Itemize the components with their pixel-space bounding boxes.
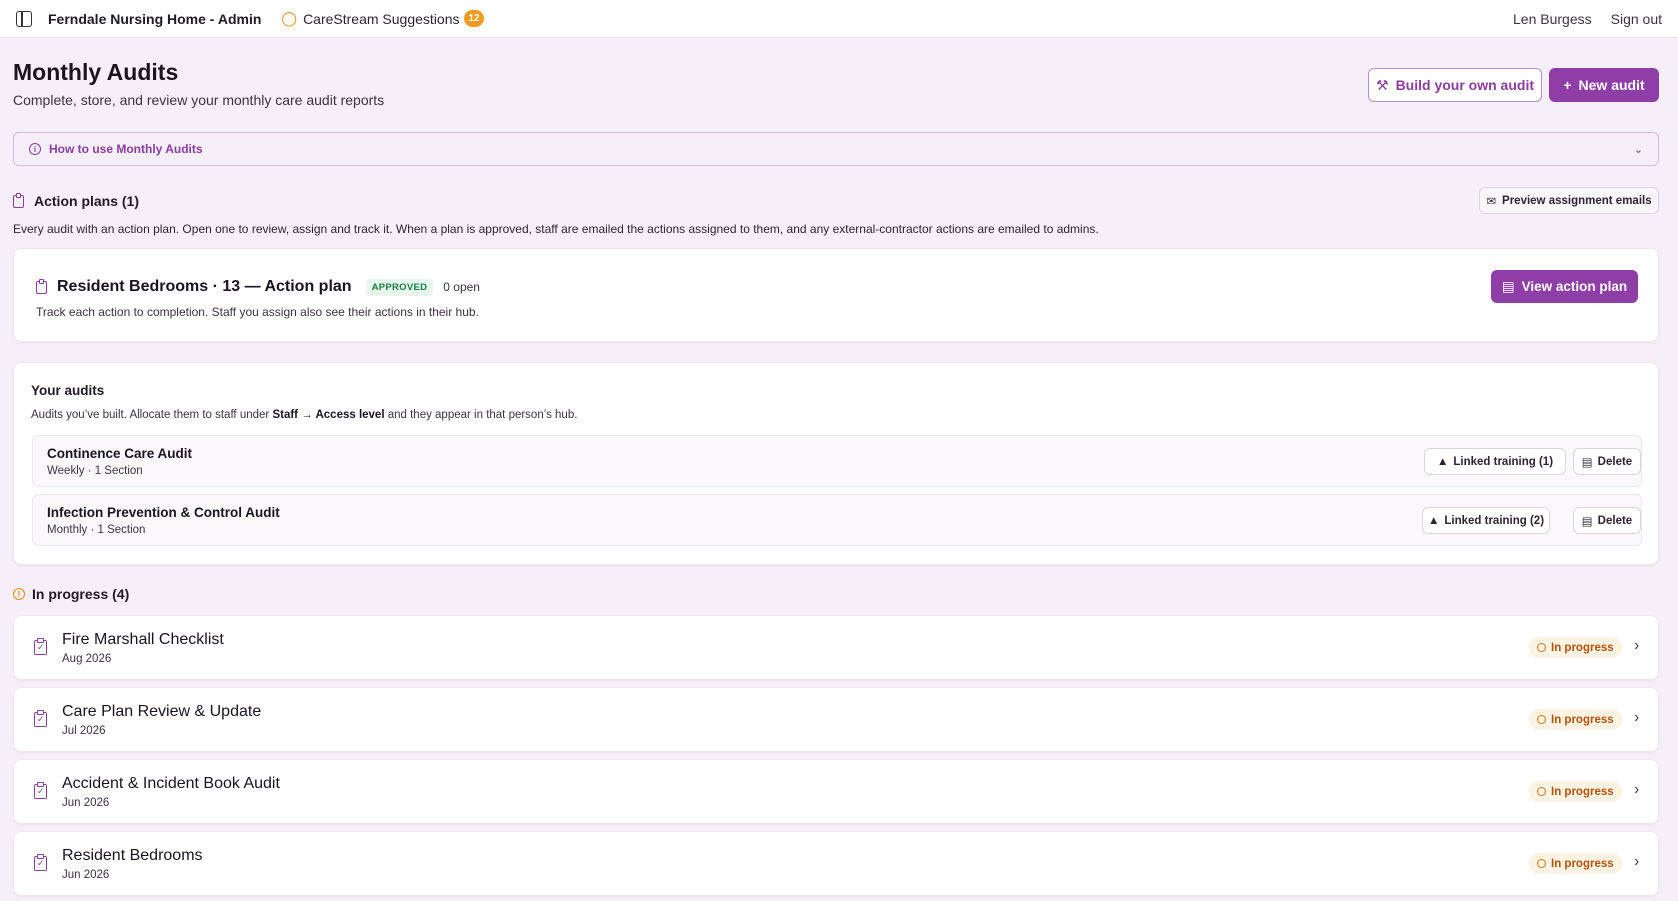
audit-list-item[interactable]: ✓ Resident Bedrooms Jun 2026 In progress… [13,831,1659,896]
linked-training-button[interactable]: ▲ Linked training (1) [1424,448,1566,475]
app-name: Ferndale Nursing Home - Admin [48,10,262,27]
audit-date: Jul 2026 [62,725,106,737]
trash-icon: ▤ [1581,515,1593,528]
status-label: In progress [1551,713,1614,726]
action-plans-heading-label: Action plans (1) [34,193,140,209]
status-badge: In progress [1529,637,1622,658]
clock-icon [1537,715,1546,724]
sidebar-toggle-icon[interactable] [16,10,32,27]
how-to-label: How to use Monthly Audits [49,142,203,156]
top-bar: Ferndale Nursing Home - Admin ◯ CareStre… [0,0,1678,38]
audit-date: Jun 2026 [62,797,110,809]
clipboard-check-icon: ✓ [34,710,47,727]
linked-training-label: Linked training (2) [1444,514,1545,527]
clipboard-icon: ▤ [1501,278,1515,294]
suggestions-link[interactable]: ◯ CareStream Suggestions 12 [281,10,484,27]
audit-row: Infection Prevention & Control Audit Mon… [32,494,1642,546]
page-title: Monthly Audits [13,59,179,85]
audit-date: Jun 2026 [62,869,110,881]
new-audit-label: New audit [1578,77,1645,93]
info-icon: i [29,143,41,155]
delete-button[interactable]: ▤ Delete [1573,448,1641,475]
clipboard-check-icon: ✓ [34,782,47,799]
audit-list-item[interactable]: ✓ Accident & Incident Book Audit Jun 202… [13,759,1659,824]
chevron-right-icon: › [1634,709,1640,726]
audit-row: Continence Care Audit Weekly · 1 Section… [32,435,1642,487]
action-plan-title-row: Resident Bedrooms · 13 — Action plan APP… [36,278,480,296]
status-label: In progress [1551,857,1614,870]
your-audits-card: Your audits Audits you’ve built. Allocat… [13,362,1659,565]
status-badge: In progress [1529,781,1622,802]
wrench-icon: ⚒ [1376,76,1389,93]
audit-meta: Weekly · 1 Section [47,465,143,477]
build-own-audit-label: Build your own audit [1395,77,1534,93]
clock-icon [1537,787,1546,796]
desc-text: Audits you’ve built. Allocate them to st… [31,409,273,421]
clock-icon [1537,859,1546,868]
action-plan-card: Resident Bedrooms · 13 — Action plan APP… [13,248,1659,342]
how-to-accordion[interactable]: i How to use Monthly Audits ⌄ [13,132,1659,166]
status-badge: In progress [1529,709,1622,730]
graduation-cap-icon: ▲ [1436,455,1449,468]
your-audits-title: Your audits [31,383,105,398]
desc-arrow: → [298,409,316,421]
audit-title: Accident & Incident Book Audit [62,775,280,792]
status-badge: In progress [1529,853,1622,874]
status-label: In progress [1551,641,1614,654]
chevron-right-icon: › [1634,853,1640,870]
delete-label: Delete [1597,514,1633,527]
clipboard-check-icon: ✓ [34,638,47,655]
audit-title: Resident Bedrooms [62,847,203,864]
desc-access-level: Access level [315,409,385,421]
view-action-plan-label: View action plan [1521,279,1628,294]
clock-icon [1537,643,1546,652]
preview-emails-label: Preview assignment emails [1502,194,1652,207]
view-action-plan-button[interactable]: ▤ View action plan [1491,270,1638,303]
linked-training-button[interactable]: ▲ Linked training (2) [1422,507,1550,534]
action-plans-description: Every audit with an action plan. Open on… [13,222,1099,236]
action-plan-description: Track each action to completion. Staff y… [36,305,479,319]
your-audits-description: Audits you’ve built. Allocate them to st… [31,409,577,421]
desc-text: and they appear in that person’s hub. [384,409,578,421]
page-subtitle: Complete, store, and review your monthly… [13,92,385,108]
status-label: In progress [1551,785,1614,798]
audit-name: Continence Care Audit [47,446,193,461]
audit-date: Aug 2026 [62,653,112,665]
user-name[interactable]: Len Burgess [1513,11,1592,27]
clipboard-icon [36,278,47,294]
suggestions-count-badge: 12 [464,10,484,27]
chevron-right-icon: › [1634,781,1640,798]
linked-training-label: Linked training (1) [1453,455,1554,468]
action-plan-title: Resident Bedrooms · 13 — Action plan [57,278,352,295]
preview-emails-button[interactable]: ✉ Preview assignment emails [1479,187,1659,214]
audit-meta: Monthly · 1 Section [47,524,146,536]
audit-list-item[interactable]: ✓ Care Plan Review & Update Jul 2026 In … [13,687,1659,752]
open-count: 0 open [443,280,480,294]
audit-title: Fire Marshall Checklist [62,631,224,648]
lightbulb-icon: ◯ [281,10,298,26]
delete-label: Delete [1597,455,1633,468]
clipboard-icon [13,192,24,208]
sign-out-link[interactable]: Sign out [1611,11,1662,27]
suggestions-label: CareStream Suggestions [303,10,460,27]
delete-button[interactable]: ▤ Delete [1573,507,1641,534]
mail-icon: ✉ [1486,195,1497,208]
build-own-audit-button[interactable]: ⚒ Build your own audit [1368,68,1542,102]
desc-staff: Staff [272,409,298,421]
graduation-cap-icon: ▲ [1427,514,1440,527]
action-plans-heading: Action plans (1) [13,192,140,209]
clock-icon: ! [13,588,25,600]
chevron-down-icon: ⌄ [1633,143,1643,156]
in-progress-heading: ! In progress (4) [13,586,129,602]
audit-title: Care Plan Review & Update [62,703,262,720]
trash-icon: ▤ [1581,456,1593,469]
clipboard-check-icon: ✓ [34,854,47,871]
audit-name: Infection Prevention & Control Audit [47,505,280,520]
chevron-right-icon: › [1634,637,1640,654]
status-badge: APPROVED [365,278,434,296]
audit-list-item[interactable]: ✓ Fire Marshall Checklist Aug 2026 In pr… [13,615,1659,680]
in-progress-heading-label: In progress (4) [32,586,130,602]
plus-icon: + [1563,77,1572,93]
new-audit-button[interactable]: + New audit [1549,68,1659,102]
